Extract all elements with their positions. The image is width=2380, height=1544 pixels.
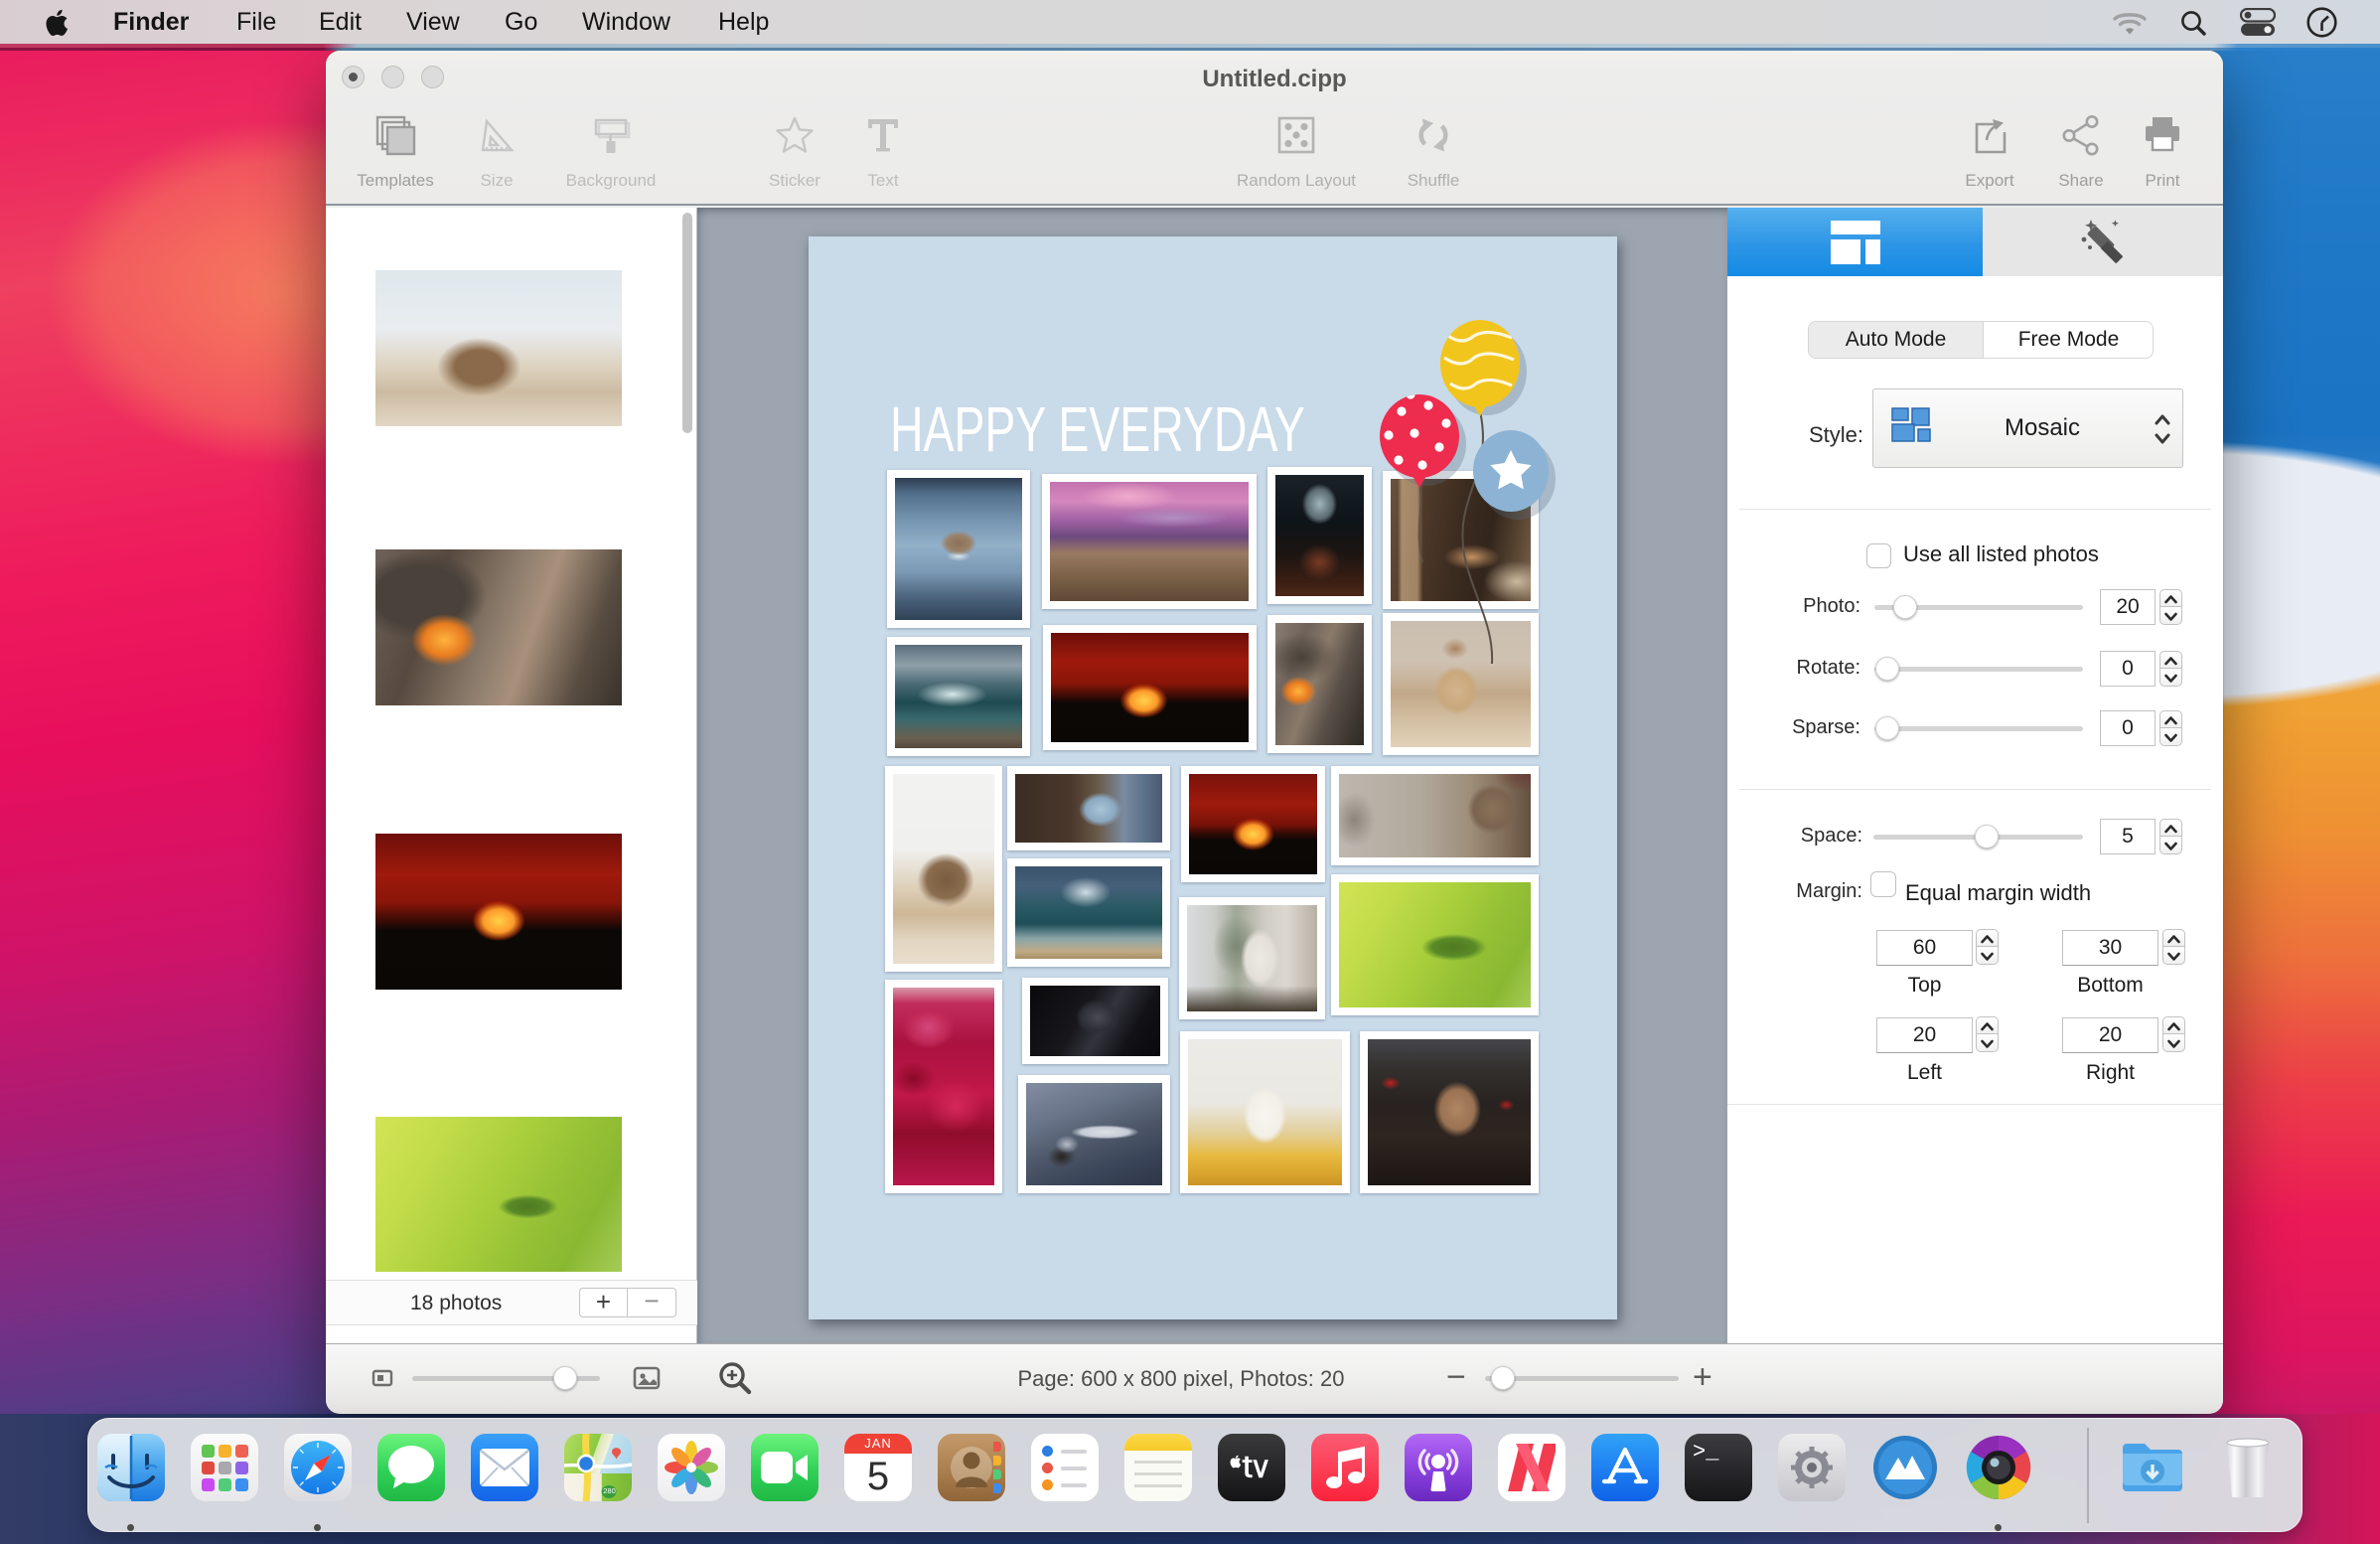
svg-text:280: 280 [603,1486,616,1495]
